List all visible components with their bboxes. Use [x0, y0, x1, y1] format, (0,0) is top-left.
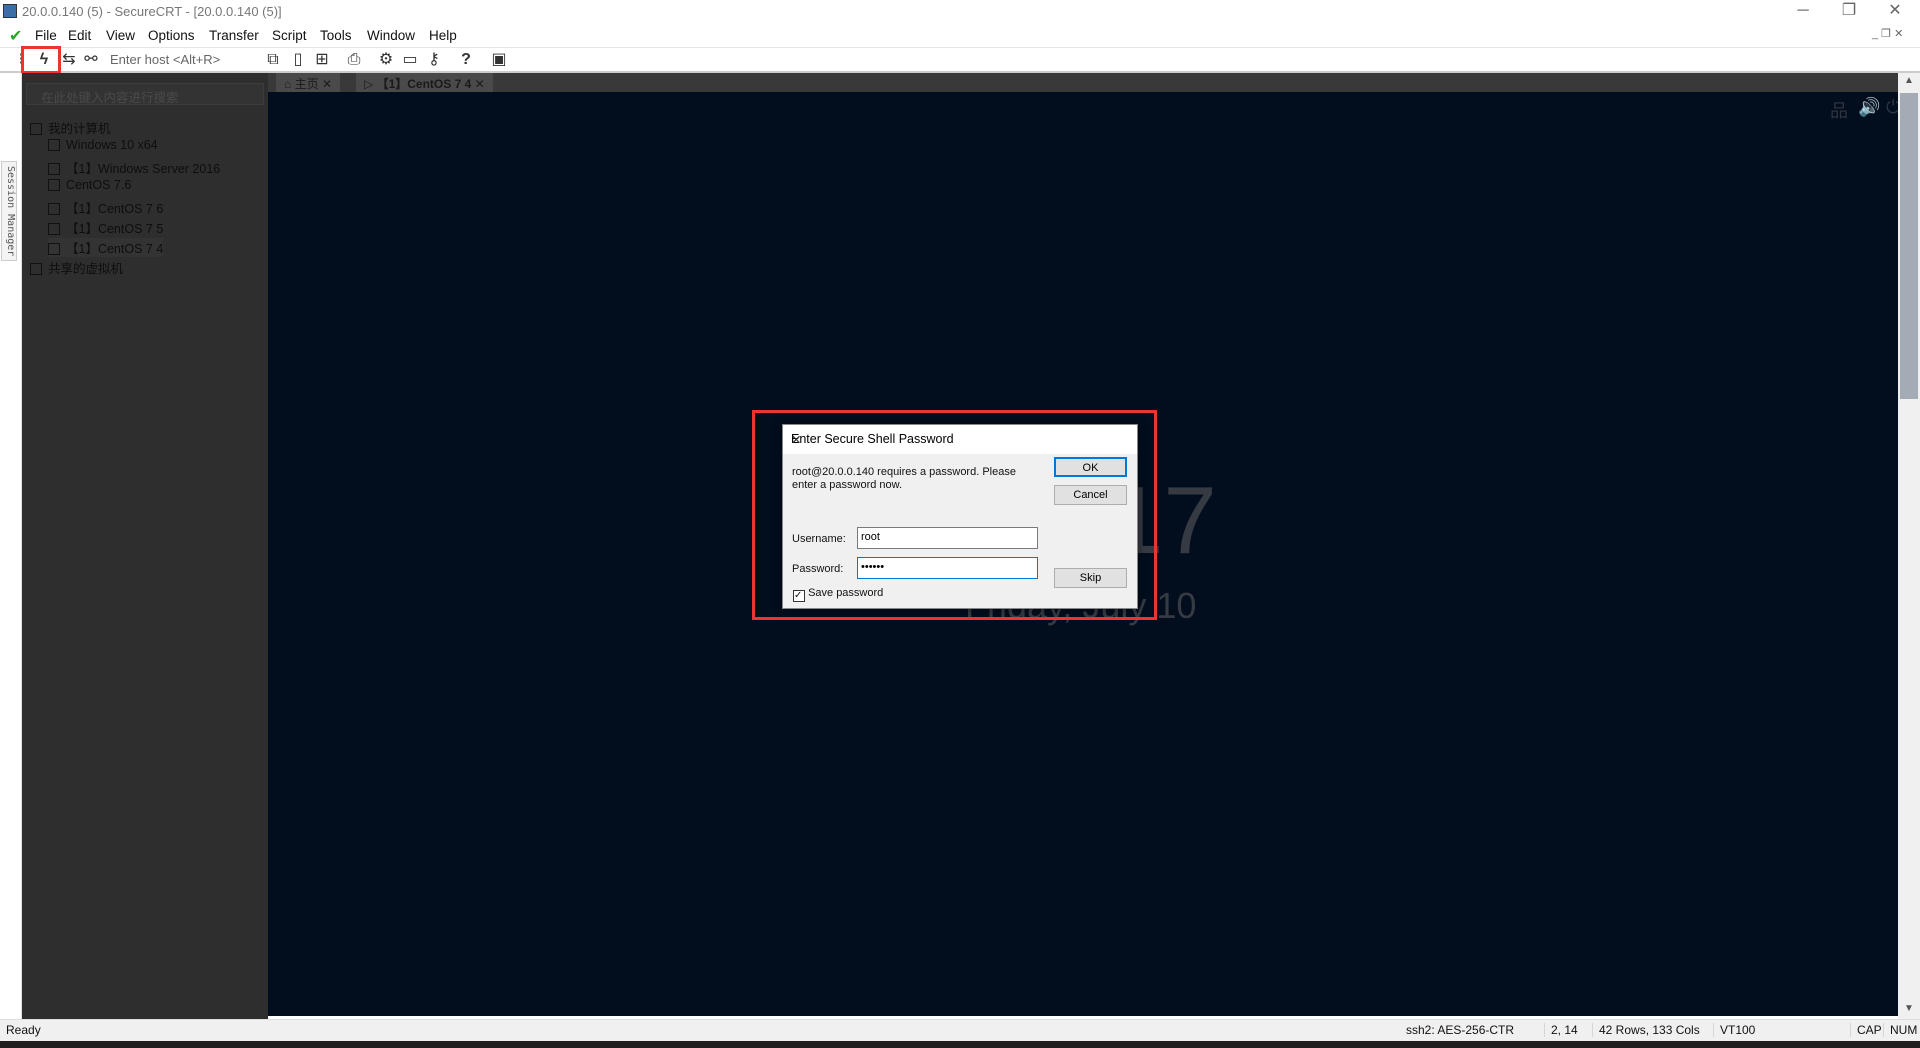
session-search-input[interactable]: 在此处键入内容进行搜索 — [26, 83, 264, 105]
tree-item[interactable]: 【1】CentOS 7 5 — [48, 218, 163, 237]
session-manager-tab[interactable]: Session Manager — [1, 161, 17, 261]
status-bar: Ready ssh2: AES-256-CTR 2, 14 42 Rows, 1… — [0, 1019, 1920, 1041]
highlight-box — [21, 46, 61, 74]
tab-bar: ⌂ 主页 ✕ ▷ 【1】CentOS 7 4 ✕ — [268, 73, 1898, 92]
password-label: Password: — [792, 563, 844, 575]
vm-icon — [48, 223, 60, 235]
checkbox-icon: ✓ — [793, 590, 805, 602]
menu-tools[interactable]: Tools — [320, 28, 352, 43]
vertical-scrollbar[interactable]: ▲ ▼ — [1898, 73, 1920, 1019]
skip-button[interactable]: Skip — [1054, 568, 1127, 588]
username-label: Username: — [792, 533, 846, 545]
tree-item[interactable]: 共享的虚拟机 — [30, 258, 123, 277]
bottom-strip — [0, 1041, 1920, 1048]
password-field[interactable]: •••••• — [857, 557, 1038, 579]
host-input[interactable]: Enter host <Alt+R> — [110, 52, 220, 67]
menu-script[interactable]: Script — [272, 28, 307, 43]
volume-icon: 🔊 — [1858, 97, 1881, 117]
sftp-icon[interactable]: ▣ — [488, 50, 510, 70]
tree-item[interactable]: 【1】CentOS 7 6 — [48, 198, 163, 217]
tree-item[interactable]: 【1】Windows Server 2016 — [48, 158, 220, 177]
scroll-thumb[interactable] — [1900, 93, 1918, 399]
menu-edit[interactable]: Edit — [68, 28, 91, 43]
key-icon[interactable]: ⚷ — [423, 50, 445, 70]
tree-item[interactable]: 我的计算机 — [30, 118, 111, 137]
scroll-down-icon[interactable]: ▼ — [1904, 1003, 1914, 1014]
tab-home[interactable]: ⌂ 主页 ✕ — [276, 73, 340, 92]
menu-window[interactable]: Window — [367, 28, 415, 43]
settings-icon[interactable]: ⚙ — [375, 50, 397, 70]
dialog-message: root@20.0.0.140 requires a password. Ple… — [792, 466, 1016, 478]
close-button[interactable]: ✕ — [1872, 0, 1918, 22]
check-icon: ✔ — [9, 28, 23, 45]
scroll-up-icon[interactable]: ▲ — [1904, 75, 1914, 86]
toolbar: ⁝ ϟ ⇆ ⚯ Enter host <Alt+R> ⧉ ▯ ⊞ ⎙ ⚙ ▭ ⚷… — [0, 46, 1920, 74]
help-icon[interactable]: ? — [455, 50, 477, 70]
tab-centos-7-4[interactable]: ▷ 【1】CentOS 7 4 ✕ — [356, 73, 493, 92]
print-icon[interactable]: ⎙ — [343, 50, 365, 70]
shared-vm-icon — [30, 263, 42, 275]
window-title: 20.0.0.140 (5) - SecureCRT - [20.0.0.140… — [22, 4, 282, 19]
menu-view[interactable]: View — [106, 28, 135, 43]
status-ready: Ready — [6, 1023, 41, 1037]
menu-help[interactable]: Help — [429, 28, 457, 43]
keymap-icon[interactable]: ▭ — [399, 50, 421, 70]
tree-item[interactable]: CentOS 7.6 — [48, 178, 131, 192]
paste-icon[interactable]: ▯ — [287, 50, 309, 70]
tree-item[interactable]: Windows 10 x64 — [48, 138, 158, 152]
reconnect-icon[interactable]: ⇆ — [58, 50, 80, 70]
find-icon[interactable]: ⊞ — [311, 50, 333, 70]
minimize-button[interactable]: ─ — [1780, 0, 1826, 22]
ok-button[interactable]: OK — [1054, 457, 1127, 477]
title-bar: 20.0.0.140 (5) - SecureCRT - [20.0.0.140… — [0, 0, 1920, 24]
status-cipher: ssh2: AES-256-CTR — [1406, 1023, 1515, 1037]
status-size: 42 Rows, 133 Cols — [1592, 1023, 1706, 1037]
tree-item-selected[interactable]: 【1】CentOS 7 4 — [48, 238, 164, 257]
vm-icon — [48, 139, 60, 151]
network-icon: 品 — [1830, 101, 1848, 121]
menu-options[interactable]: Options — [148, 28, 195, 43]
cancel-button[interactable]: Cancel — [1054, 485, 1127, 505]
dialog-title-bar: Enter Secure Shell Password ✕ — [783, 425, 1137, 454]
app-icon — [3, 4, 17, 18]
dialog-message-2: enter a password now. — [792, 479, 903, 491]
status-cursor: 2, 14 — [1544, 1023, 1584, 1037]
copy-icon[interactable]: ⧉ — [262, 50, 284, 70]
password-dialog: Enter Secure Shell Password ✕ root@20.0.… — [782, 424, 1138, 609]
close-icon[interactable]: ✕ — [791, 432, 1129, 447]
save-password-checkbox[interactable]: ✓ Save password — [793, 587, 883, 602]
menu-transfer[interactable]: Transfer — [209, 28, 259, 43]
username-field[interactable]: root — [857, 527, 1038, 549]
status-num: NUM — [1883, 1023, 1920, 1037]
session-manager-panel: 在此处键入内容进行搜索 我的计算机 Windows 10 x64 【1】Wind… — [22, 73, 268, 1019]
restore-button[interactable]: ❐ — [1826, 0, 1872, 22]
mdi-controls[interactable]: _ ❐ ✕ — [1872, 27, 1903, 40]
vm-icon — [48, 203, 60, 215]
left-strip: Session Manager — [0, 73, 22, 1019]
vm-icon — [48, 179, 60, 191]
menu-file[interactable]: File — [35, 28, 57, 43]
status-emulation: VT100 — [1713, 1023, 1761, 1037]
menu-bar: ✔ File Edit View Options Transfer Script… — [0, 24, 1920, 48]
link-icon[interactable]: ⚯ — [80, 50, 102, 70]
computer-icon — [30, 123, 42, 135]
vm-running-icon — [48, 243, 60, 255]
vm-icon — [48, 163, 60, 175]
